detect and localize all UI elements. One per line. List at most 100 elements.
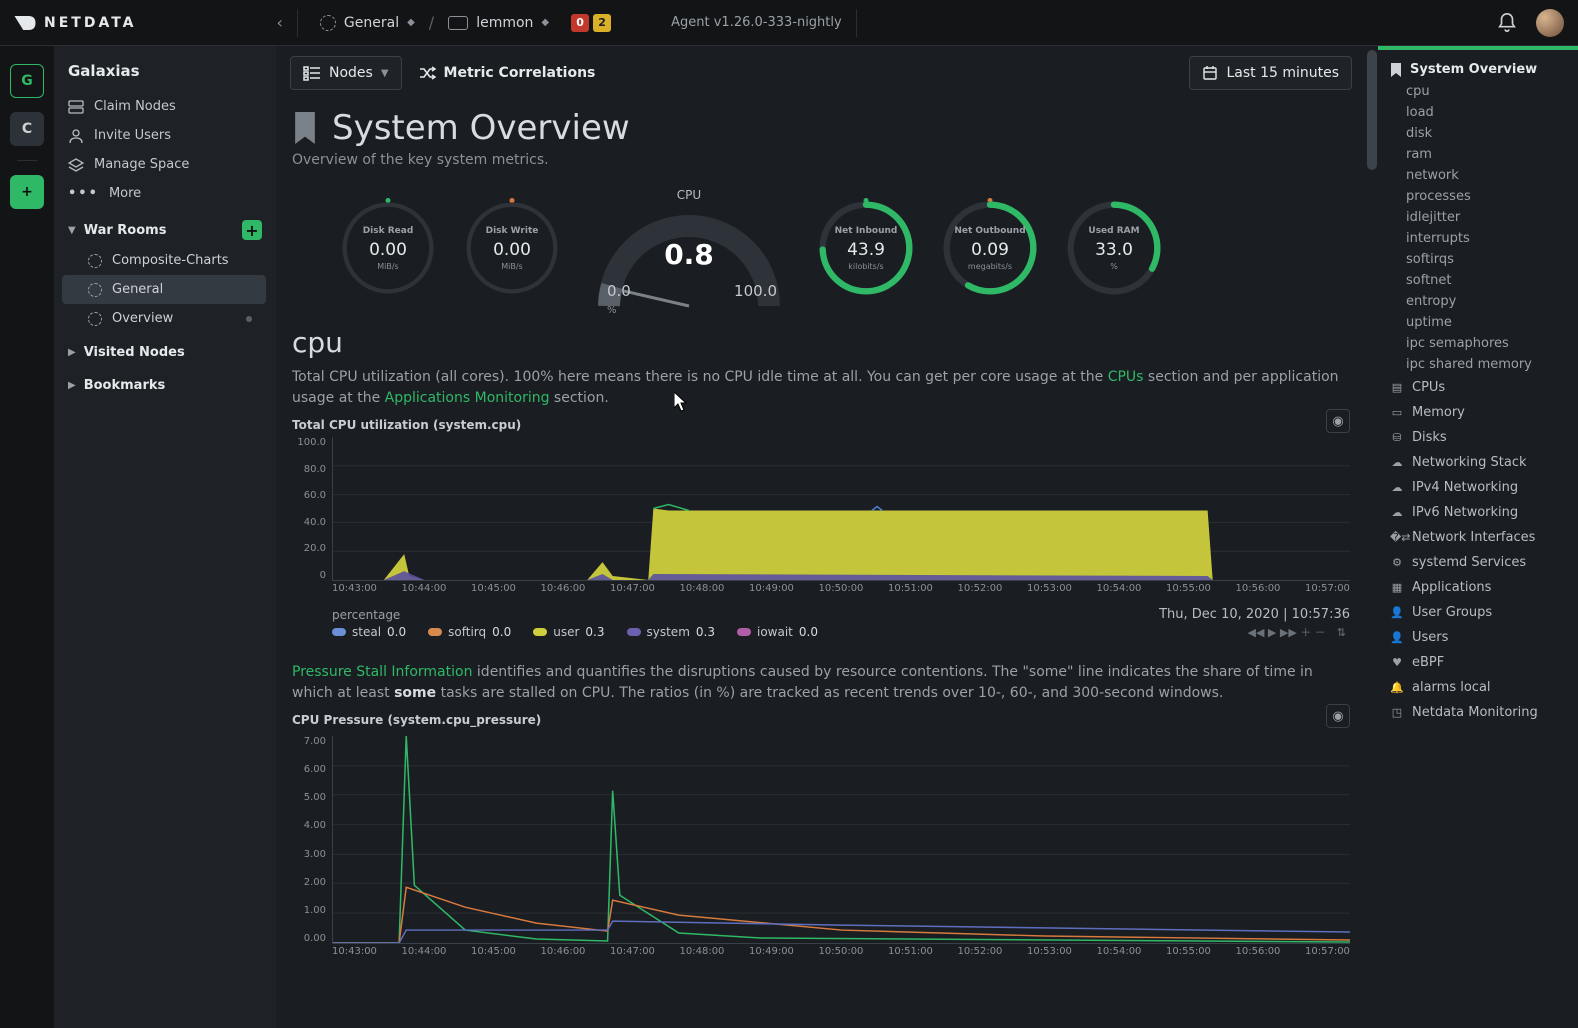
user-icon: [68, 129, 84, 143]
rs-overview[interactable]: System Overview: [1378, 58, 1578, 81]
legend-value: 0.0: [799, 625, 818, 639]
sidebar-more[interactable]: ••• More: [54, 179, 276, 208]
rs-category[interactable]: ♥eBPF: [1378, 650, 1578, 675]
bookmarks-header[interactable]: ▶ Bookmarks: [68, 378, 165, 393]
psi-link[interactable]: Pressure Stall Information: [292, 664, 472, 680]
rs-sub-item[interactable]: interrupts: [1378, 228, 1578, 249]
gauge-ram[interactable]: Used RAM33.0%: [1062, 196, 1166, 300]
rs-sub-item[interactable]: disk: [1378, 123, 1578, 144]
legend-name: user: [553, 625, 579, 639]
legend-swatch: [737, 628, 751, 636]
gauge-cpu[interactable]: CPU 0.8 0.0 100.0 %: [584, 188, 794, 308]
legend-item[interactable]: steal 0.0: [332, 625, 406, 639]
legend-item[interactable]: user 0.3: [533, 625, 604, 639]
rs-cat-label: User Groups: [1412, 605, 1492, 620]
metric-correlations-button[interactable]: Metric Correlations: [418, 64, 596, 82]
host-selector[interactable]: lemmon ◆: [440, 11, 557, 35]
pressure-chart[interactable]: 7.006.005.004.003.002.001.000.00 10:43:0…: [292, 736, 1350, 966]
heart-icon: ♥: [1390, 656, 1404, 669]
rail-add-button[interactable]: +: [10, 175, 44, 209]
room-label: Composite-Charts: [112, 253, 229, 268]
chart-controls[interactable]: ◀◀ ▶ ▶▶ ＋ － ⇅: [1247, 624, 1350, 640]
gauge-net-in[interactable]: Net Inbound43.9kilobits/s: [814, 196, 918, 300]
group-label: Visited Nodes: [84, 345, 185, 360]
section-desc: Total CPU utilization (all cores). 100% …: [292, 367, 1350, 409]
rs-category[interactable]: ⚙systemd Services: [1378, 550, 1578, 575]
cpus-link[interactable]: CPUs: [1108, 369, 1144, 385]
user-avatar[interactable]: [1536, 9, 1564, 37]
logo[interactable]: NETDATA: [14, 15, 137, 31]
space-selector[interactable]: General ◆: [312, 11, 423, 35]
war-rooms-header[interactable]: ▼ War Rooms: [68, 223, 166, 238]
rs-sub-item[interactable]: ipc shared memory: [1378, 354, 1578, 375]
scrollbar[interactable]: [1366, 46, 1378, 1028]
gauge-disk-read[interactable]: Disk Read0.00MiB/s: [336, 196, 440, 300]
alarm-crit-badge[interactable]: 0: [571, 14, 589, 32]
rs-sub-item[interactable]: uptime: [1378, 312, 1578, 333]
legend-item[interactable]: system 0.3: [627, 625, 715, 639]
legend-item[interactable]: iowait 0.0: [737, 625, 818, 639]
list-icon: [303, 65, 321, 81]
rs-category[interactable]: ☁IPv4 Networking: [1378, 475, 1578, 500]
rs-category[interactable]: ☁Networking Stack: [1378, 450, 1578, 475]
rs-sub-item[interactable]: cpu: [1378, 81, 1578, 102]
notifications-icon[interactable]: [1496, 12, 1518, 34]
user-icon: 👤: [1390, 606, 1404, 619]
rs-sub-item[interactable]: softnet: [1378, 270, 1578, 291]
rs-sub-item[interactable]: load: [1378, 102, 1578, 123]
rs-sub-item[interactable]: processes: [1378, 186, 1578, 207]
sidebar-manage-space[interactable]: Manage Space: [54, 150, 276, 179]
chart-tool-button[interactable]: ◉: [1326, 409, 1350, 433]
bookmark-icon[interactable]: [292, 112, 318, 144]
sidebar-invite-users[interactable]: Invite Users: [54, 121, 276, 150]
rs-sub-item[interactable]: softirqs: [1378, 249, 1578, 270]
layers-icon: [68, 158, 84, 172]
rs-category[interactable]: ⛁Disks: [1378, 425, 1578, 450]
rs-sub-item[interactable]: ram: [1378, 144, 1578, 165]
room-item[interactable]: General: [62, 275, 266, 304]
rs-category[interactable]: ▤CPUs: [1378, 375, 1578, 400]
group-label: War Rooms: [84, 223, 167, 238]
rs-category[interactable]: ▦Applications: [1378, 575, 1578, 600]
nd-icon: ◳: [1390, 706, 1404, 719]
room-item[interactable]: Overview: [62, 304, 266, 333]
legend-item[interactable]: softirq 0.0: [428, 625, 511, 639]
range-label: Last 15 minutes: [1226, 65, 1339, 81]
alarm-warn-badge[interactable]: 2: [593, 14, 611, 32]
rail-space-g[interactable]: G: [10, 64, 44, 98]
visited-nodes-header[interactable]: ▶ Visited Nodes: [68, 345, 185, 360]
sidebar-claim-nodes[interactable]: Claim Nodes: [54, 92, 276, 121]
rs-sub-item[interactable]: ipc semaphores: [1378, 333, 1578, 354]
user-icon: 👤: [1390, 631, 1404, 644]
host-name: lemmon: [476, 15, 533, 31]
rs-category[interactable]: �⇄Network Interfaces: [1378, 525, 1578, 550]
room-item[interactable]: Composite-Charts: [62, 246, 266, 275]
chart-tool-button[interactable]: ◉: [1326, 704, 1350, 728]
rs-category[interactable]: ◳Netdata Monitoring: [1378, 700, 1578, 725]
legend-value: 0.3: [585, 625, 604, 639]
group-label: Bookmarks: [84, 378, 166, 393]
gauge-disk-write[interactable]: Disk Write0.00MiB/s: [460, 196, 564, 300]
rs-cat-label: Applications: [1412, 580, 1491, 595]
rs-category[interactable]: ▭Memory: [1378, 400, 1578, 425]
rs-sub-item[interactable]: network: [1378, 165, 1578, 186]
apps-link[interactable]: Applications Monitoring: [385, 390, 550, 406]
gauge-net-out[interactable]: Net Outbound0.09megabits/s: [938, 196, 1042, 300]
legend-swatch: [533, 628, 547, 636]
time-range-button[interactable]: Last 15 minutes: [1189, 56, 1352, 90]
rs-sub-item[interactable]: idlejitter: [1378, 207, 1578, 228]
rs-category[interactable]: 🔔alarms local: [1378, 675, 1578, 700]
cpu-chart[interactable]: 100.080.060.040.020.00 10:43:0010:44:001…: [292, 437, 1350, 603]
rs-category[interactable]: ☁IPv6 Networking: [1378, 500, 1578, 525]
rs-label: System Overview: [1410, 62, 1537, 77]
add-room-button[interactable]: +: [242, 220, 262, 240]
section-title: cpu: [292, 326, 1350, 359]
nodes-dropdown[interactable]: Nodes ▼: [290, 56, 402, 90]
rail-space-c[interactable]: C: [10, 112, 44, 146]
chart-title: Total CPU utilization (system.cpu): [292, 418, 521, 432]
collapse-sidebar-icon[interactable]: ‹: [277, 13, 283, 32]
space-icon: [320, 15, 336, 31]
rs-sub-item[interactable]: entropy: [1378, 291, 1578, 312]
rs-category[interactable]: 👤 User Groups: [1378, 600, 1578, 625]
rs-category[interactable]: 👤Users: [1378, 625, 1578, 650]
